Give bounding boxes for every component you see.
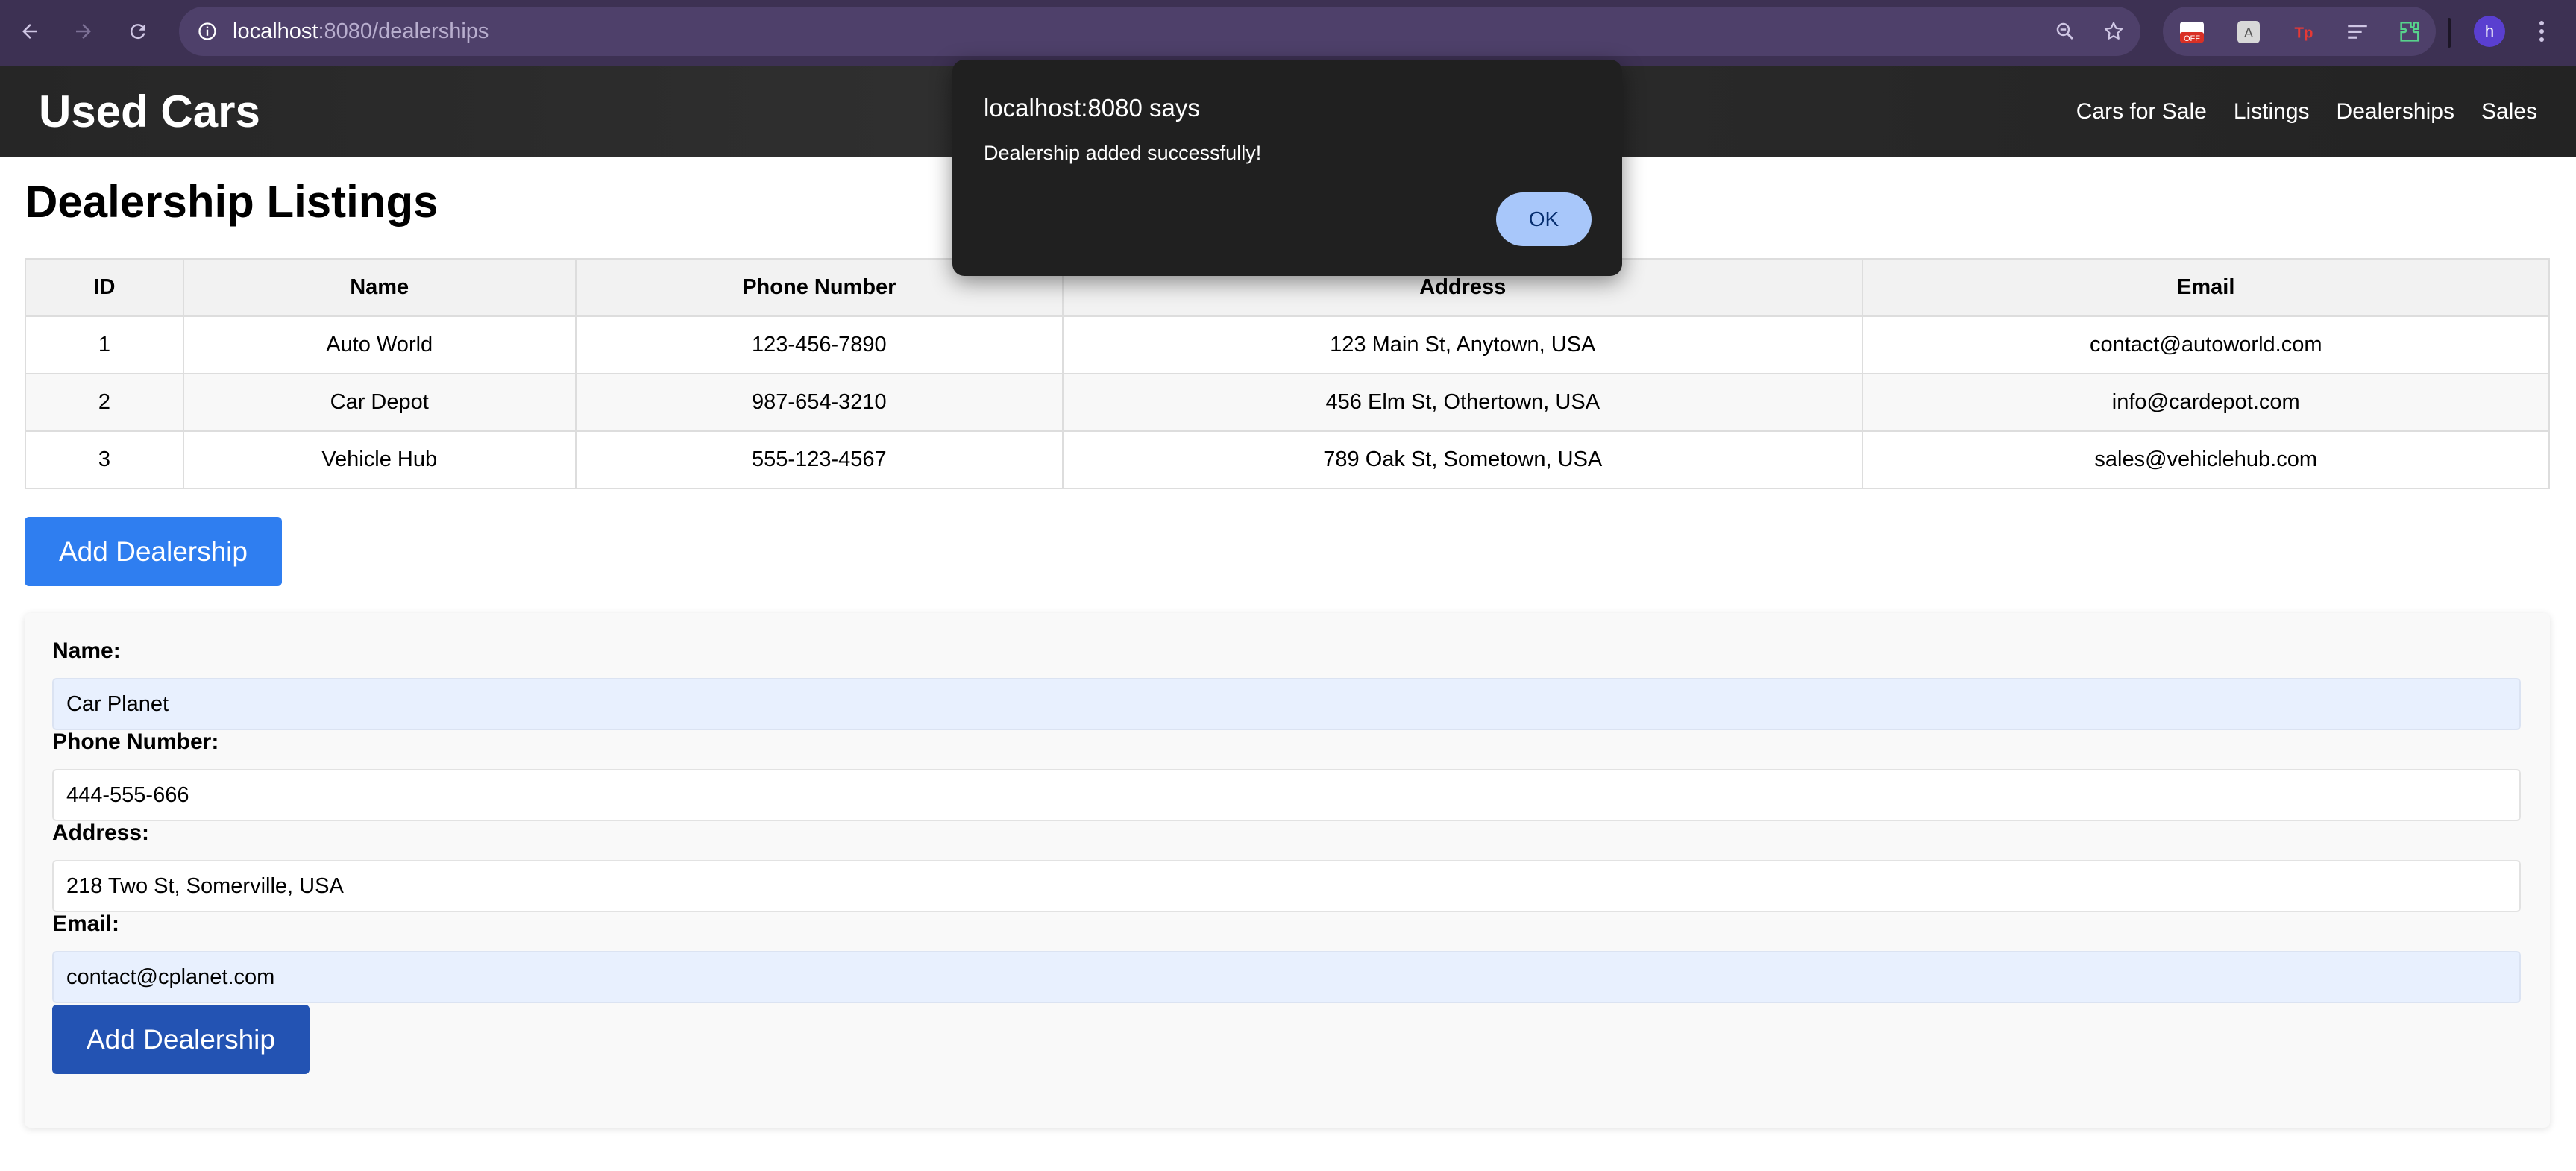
svg-text:Tp: Tp (2295, 25, 2313, 42)
table-row: 3 Vehicle Hub 555-123-4567 789 Oak St, S… (25, 430, 2550, 489)
cell-name: Car Depot (182, 373, 577, 432)
cell-id: 2 (25, 373, 184, 432)
zoom-icon[interactable] (2049, 15, 2082, 48)
dealership-table: ID Name Phone Number Address Email 1 Aut… (25, 258, 2550, 489)
cell-phone: 987-654-3210 (574, 373, 1064, 432)
browser-menu-icon[interactable] (2528, 15, 2555, 48)
browser-toolbar: localhost:8080/dealerships OFF A Tp h (0, 0, 2576, 66)
table-row: 1 Auto World 123-456-7890 123 Main St, A… (25, 315, 2550, 374)
ad-blocker-extension-icon[interactable]: OFF (2179, 19, 2205, 45)
cell-name: Auto World (182, 315, 577, 374)
url-text: localhost:8080/dealerships (233, 19, 489, 43)
cell-email: sales@vehiclehub.com (1862, 430, 2550, 489)
phone-label: Phone Number: (52, 729, 219, 754)
tp-extension-icon[interactable]: Tp (2291, 19, 2316, 45)
address-label: Address: (52, 820, 150, 845)
table-row: 2 Car Depot 987-654-3210 456 Elm St, Oth… (25, 373, 2550, 432)
address-bar[interactable]: localhost:8080/dealerships (179, 7, 2140, 56)
site-info-icon[interactable] (191, 15, 224, 48)
extensions-puzzle-icon[interactable] (2397, 19, 2422, 45)
submit-dealership-button[interactable]: Add Dealership (52, 1005, 310, 1074)
main-nav: Cars for Sale Listings Dealerships Sales (2076, 66, 2537, 157)
forward-icon[interactable] (67, 15, 100, 48)
cell-address: 456 Elm St, Othertown, USA (1062, 373, 1864, 432)
profile-avatar[interactable]: h (2474, 16, 2505, 47)
alert-message: Dealership added successfully! (984, 142, 1262, 164)
page-title: Dealership Listings (25, 177, 439, 227)
nav-sales[interactable]: Sales (2481, 99, 2537, 125)
translate-extension-icon[interactable]: A (2236, 19, 2261, 45)
name-label: Name: (52, 638, 121, 663)
cell-phone: 123-456-7890 (574, 315, 1064, 374)
add-dealership-form: Name: Phone Number: Address: Email: Add … (25, 613, 2550, 1128)
cell-email: contact@autoworld.com (1862, 315, 2550, 374)
cell-address: 123 Main St, Anytown, USA (1062, 315, 1864, 374)
extensions-area: OFF A Tp (2163, 7, 2436, 56)
back-icon[interactable] (13, 15, 46, 48)
column-header-name: Name (182, 258, 577, 317)
nav-listings[interactable]: Listings (2234, 99, 2310, 125)
site-brand[interactable]: Used Cars (39, 66, 260, 157)
nav-cars-for-sale[interactable]: Cars for Sale (2076, 99, 2207, 125)
cell-id: 3 (25, 430, 184, 489)
cell-id: 1 (25, 315, 184, 374)
column-header-email: Email (1862, 258, 2550, 317)
phone-input[interactable] (52, 769, 2521, 821)
svg-text:A: A (2244, 25, 2253, 40)
svg-text:OFF: OFF (2184, 34, 2200, 43)
cell-phone: 555-123-4567 (574, 430, 1064, 489)
add-dealership-toggle-button[interactable]: Add Dealership (25, 517, 282, 586)
nav-dealerships[interactable]: Dealerships (2337, 99, 2454, 125)
toolbar-divider (2448, 18, 2451, 48)
reload-icon[interactable] (122, 15, 154, 48)
email-label: Email: (52, 911, 120, 936)
alert-title: localhost:8080 says (984, 94, 1200, 122)
bookmark-star-icon[interactable] (2097, 15, 2130, 48)
address-input[interactable] (52, 860, 2521, 912)
reading-list-icon[interactable] (2345, 19, 2370, 45)
column-header-id: ID (25, 258, 184, 317)
alert-dialog: localhost:8080 says Dealership added suc… (952, 60, 1622, 276)
cell-address: 789 Oak St, Sometown, USA (1062, 430, 1864, 489)
email-input[interactable] (52, 951, 2521, 1003)
cell-name: Vehicle Hub (182, 430, 577, 489)
name-input[interactable] (52, 678, 2521, 730)
cell-email: info@cardepot.com (1862, 373, 2550, 432)
alert-ok-button[interactable]: OK (1496, 192, 1592, 246)
